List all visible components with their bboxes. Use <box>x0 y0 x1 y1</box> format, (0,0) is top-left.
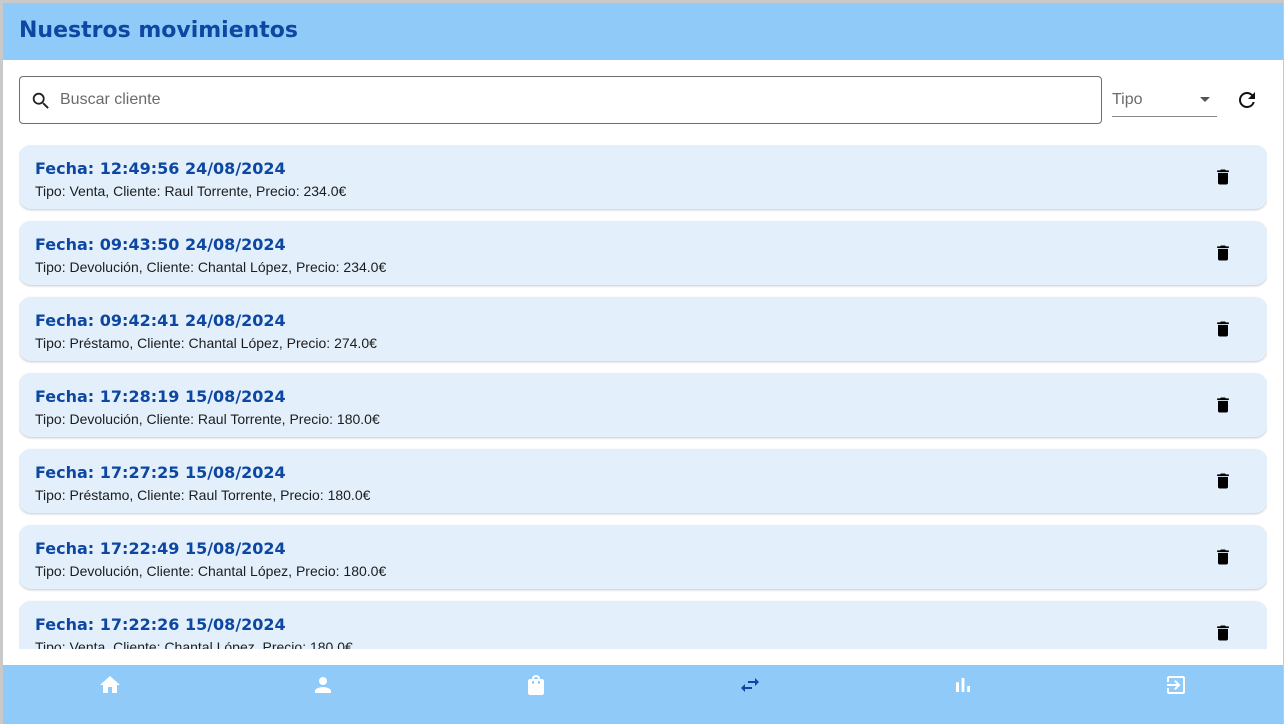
home-icon[interactable] <box>98 673 122 697</box>
movement-detail: Tipo: Venta, Cliente: Raul Torrente, Pre… <box>35 183 347 199</box>
movement-detail: Tipo: Préstamo, Cliente: Chantal López, … <box>35 335 377 351</box>
movement-detail: Tipo: Devolución, Cliente: Chantal López… <box>35 563 387 579</box>
movement-detail: Tipo: Devolución, Cliente: Chantal López… <box>35 259 387 275</box>
movement-card[interactable]: Fecha: 09:42:41 24/08/2024 Tipo: Préstam… <box>19 297 1267 361</box>
trash-icon[interactable] <box>1213 395 1233 415</box>
movement-date: Fecha: 09:43:50 24/08/2024 <box>35 235 286 254</box>
movement-detail: Tipo: Préstamo, Cliente: Raul Torrente, … <box>35 487 371 503</box>
movement-card[interactable]: Fecha: 09:43:50 24/08/2024 Tipo: Devoluc… <box>19 221 1267 285</box>
movements-list[interactable]: Fecha: 12:49:56 24/08/2024 Tipo: Venta, … <box>19 145 1267 649</box>
refresh-icon[interactable] <box>1235 88 1259 112</box>
trash-icon[interactable] <box>1213 243 1233 263</box>
movement-card[interactable]: Fecha: 12:49:56 24/08/2024 Tipo: Venta, … <box>19 145 1267 209</box>
search-field[interactable] <box>19 76 1102 124</box>
movement-card[interactable]: Fecha: 17:22:49 15/08/2024 Tipo: Devoluc… <box>19 525 1267 589</box>
trash-icon[interactable] <box>1213 167 1233 187</box>
movement-card[interactable]: Fecha: 17:27:25 15/08/2024 Tipo: Préstam… <box>19 449 1267 513</box>
shopping-bag-icon[interactable] <box>524 673 548 697</box>
movement-date: Fecha: 17:22:26 15/08/2024 <box>35 615 286 634</box>
trash-icon[interactable] <box>1213 623 1233 643</box>
movement-date: Fecha: 12:49:56 24/08/2024 <box>35 159 286 178</box>
page-title: Nuestros movimientos <box>19 18 299 43</box>
trash-icon[interactable] <box>1213 547 1233 567</box>
logout-icon[interactable] <box>1164 673 1188 697</box>
swap-arrows-icon[interactable] <box>738 673 762 697</box>
search-input[interactable] <box>60 77 1090 123</box>
trash-icon[interactable] <box>1213 471 1233 491</box>
dropdown-caret-icon <box>1200 97 1210 102</box>
person-icon[interactable] <box>311 673 335 697</box>
bar-chart-icon[interactable] <box>951 673 975 697</box>
movement-date: Fecha: 17:22:49 15/08/2024 <box>35 539 286 558</box>
tipo-dropdown[interactable]: Tipo <box>1112 83 1217 117</box>
tipo-dropdown-label: Tipo <box>1112 91 1143 108</box>
movement-card[interactable]: Fecha: 17:28:19 15/08/2024 Tipo: Devoluc… <box>19 373 1267 437</box>
movement-date: Fecha: 09:42:41 24/08/2024 <box>35 311 286 330</box>
bottom-navigation <box>3 665 1283 724</box>
search-icon <box>32 92 49 109</box>
movement-date: Fecha: 17:28:19 15/08/2024 <box>35 387 286 406</box>
trash-icon[interactable] <box>1213 319 1233 339</box>
app-bar: Nuestros movimientos <box>3 3 1283 60</box>
movement-detail: Tipo: Venta, Cliente: Chantal López, Pre… <box>35 639 353 649</box>
movement-date: Fecha: 17:27:25 15/08/2024 <box>35 463 286 482</box>
movement-detail: Tipo: Devolución, Cliente: Raul Torrente… <box>35 411 380 427</box>
movement-card[interactable]: Fecha: 17:22:26 15/08/2024 Tipo: Venta, … <box>19 601 1267 649</box>
